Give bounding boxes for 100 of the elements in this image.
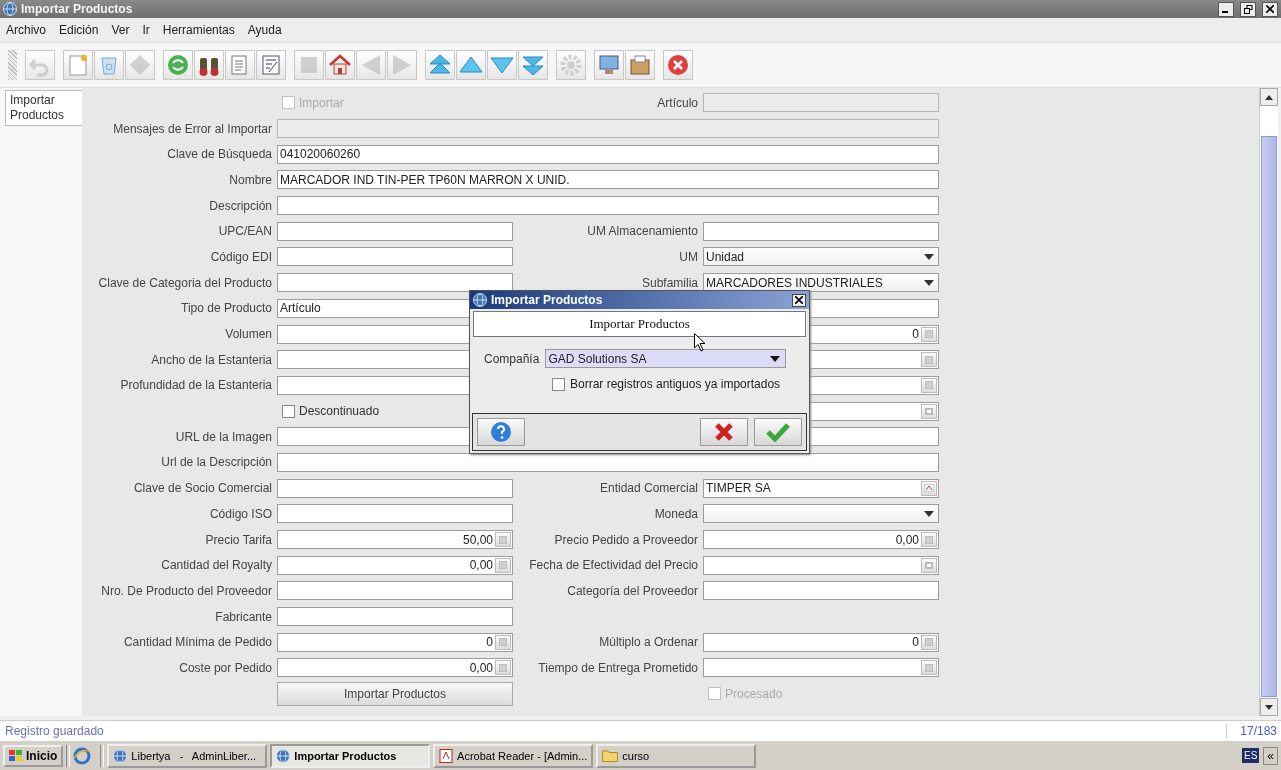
calculator-button[interactable]	[495, 532, 511, 548]
input-field[interactable]: 0	[703, 632, 939, 652]
dropdown-field[interactable]: MARCADORES INDUSTRIALES	[703, 273, 939, 293]
input-field[interactable]	[277, 478, 513, 498]
calculator-button[interactable]	[495, 634, 511, 650]
taskbar-button[interactable]: curso	[596, 743, 757, 768]
input-field[interactable]	[277, 452, 939, 472]
start-button[interactable]: Inicio	[3, 744, 64, 767]
close-button[interactable]	[792, 293, 806, 307]
menu-item[interactable]: Ir	[142, 23, 150, 37]
calculator-button[interactable]	[921, 352, 937, 368]
dropdown-arrow-icon[interactable]	[924, 253, 934, 260]
menu-item[interactable]: Archivo	[6, 23, 46, 37]
field-label: Volumen	[224, 327, 272, 342]
input-field[interactable]	[703, 581, 939, 601]
dropdown-arrow-icon[interactable]	[924, 279, 934, 286]
field-label: UPC/EAN	[217, 224, 272, 239]
checkbox[interactable]: Borrar registros antiguos ya importados	[470, 368, 809, 391]
dialog-header: Importar Productos	[473, 311, 806, 337]
up-arrow-icon	[1265, 94, 1273, 100]
menu-item[interactable]: Herramientas	[162, 23, 235, 37]
calculator-button[interactable]	[921, 326, 937, 342]
input-field[interactable]	[277, 247, 513, 267]
import-button[interactable]: Importar Productos	[277, 681, 513, 706]
input-field[interactable]	[277, 607, 513, 627]
tab[interactable]: Importar Productos	[5, 90, 82, 126]
input-field[interactable]: 0,00	[277, 555, 513, 575]
scroll-up-button[interactable]	[1260, 88, 1278, 106]
taskbar-button[interactable]: Importar Productos	[270, 743, 431, 768]
calendar-button[interactable]	[921, 403, 937, 419]
toolbar-button[interactable]	[518, 50, 548, 80]
calculator-icon	[925, 638, 933, 647]
down-arrow-icon	[1265, 704, 1273, 710]
toolbar-button[interactable]	[194, 50, 224, 80]
input-field[interactable]: MARCADOR IND TIN-PER TP60N MARRON X UNID.	[277, 170, 939, 190]
input-field[interactable]: 0,00	[277, 658, 513, 678]
field-label: Nro. De Producto del Proveedor	[100, 583, 272, 598]
input-field[interactable]	[703, 221, 939, 241]
lookup-button[interactable]	[921, 480, 937, 496]
scroll-down-button[interactable]	[1260, 698, 1278, 716]
status-message: Registro guardado	[4, 724, 105, 738]
menu-item[interactable]: Ayuda	[247, 23, 282, 37]
field-label: Múltiplo a Ordenar	[598, 635, 698, 650]
language-indicator[interactable]: ES	[1241, 748, 1260, 763]
dropdown-field[interactable]: GAD Solutions SA	[545, 349, 787, 368]
input-field[interactable]	[277, 504, 513, 524]
field-label: Tiempo de Entrega Prometido	[537, 660, 698, 675]
calendar-button[interactable]	[921, 557, 937, 573]
calculator-button[interactable]	[921, 660, 937, 676]
field-label: UM	[678, 249, 698, 264]
help-button[interactable]	[477, 418, 525, 446]
toolbar-button[interactable]	[425, 50, 455, 80]
field-label: Fecha de Efectividad del Precio	[528, 558, 698, 573]
input-field[interactable]: TIMPER SA	[703, 478, 939, 498]
menu-item[interactable]: Ver	[111, 23, 130, 37]
input-field[interactable]	[277, 581, 513, 601]
input-field[interactable]: 041020060260	[277, 144, 939, 164]
restore-button[interactable]	[1240, 1, 1256, 17]
field-label: Cantidad Mínima de Pedido	[122, 635, 272, 650]
toolbar-button[interactable]	[325, 50, 355, 80]
browser-icon[interactable]	[73, 746, 92, 765]
calculator-button[interactable]	[921, 532, 937, 548]
input-field[interactable]	[277, 221, 513, 241]
field-label: Moneda	[653, 506, 698, 521]
menu-item[interactable]: Edición	[59, 23, 99, 37]
calculator-icon	[925, 355, 933, 364]
input-field[interactable]: 50,00	[277, 530, 513, 550]
toolbar-button[interactable]	[663, 50, 693, 80]
cancel-button[interactable]	[700, 418, 748, 446]
calculator-button[interactable]	[495, 660, 511, 676]
input-field[interactable]	[703, 555, 939, 575]
calendar-icon	[925, 561, 933, 569]
toolbar-button[interactable]	[625, 50, 655, 80]
dropdown-arrow-icon[interactable]	[924, 510, 934, 517]
taskbar-button[interactable]: Acrobat Reader - [Admin...	[433, 743, 594, 768]
dropdown-field[interactable]: Unidad	[703, 247, 939, 267]
cursor-icon	[694, 333, 706, 352]
toolbar-grip[interactable]	[8, 50, 17, 80]
calculator-icon	[925, 535, 933, 544]
input-field[interactable]: 0	[277, 632, 513, 652]
close-button[interactable]	[1262, 1, 1278, 17]
ok-button[interactable]	[754, 418, 802, 446]
taskbar-button[interactable]: Libertya - AdminLiber...	[107, 743, 268, 768]
field-label: Profundidad de la Estanteria	[119, 378, 272, 393]
input-field[interactable]	[277, 196, 939, 216]
dropdown-field[interactable]	[703, 504, 939, 524]
minimize-button[interactable]	[1218, 1, 1234, 17]
input-field[interactable]	[277, 273, 513, 293]
checkbox[interactable]: Descontinuado	[277, 404, 513, 419]
input-field[interactable]: 0,00	[703, 530, 939, 550]
field-label: Categoría del Proveedor	[566, 583, 698, 598]
calculator-button[interactable]	[921, 377, 937, 393]
input-field[interactable]	[703, 658, 939, 678]
scroll-thumb[interactable]	[1261, 136, 1277, 697]
toolbar-button[interactable]	[594, 50, 624, 80]
dropdown-arrow-icon[interactable]	[770, 355, 781, 362]
calculator-button[interactable]	[495, 557, 511, 573]
tray-expand-button[interactable]: «	[1263, 746, 1278, 765]
calculator-button[interactable]	[921, 634, 937, 650]
scrollbar[interactable]	[1259, 88, 1278, 716]
